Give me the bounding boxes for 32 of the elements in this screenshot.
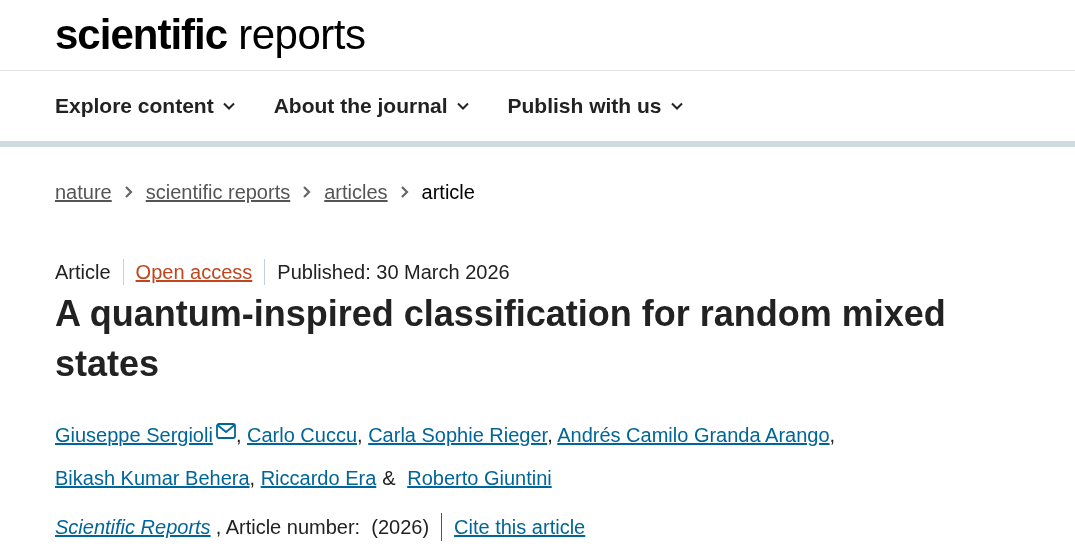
email-icon[interactable] (215, 422, 236, 439)
author-separator: , (829, 423, 836, 446)
article-number: , Article number: (2026) (215, 514, 430, 540)
nav-menu-button[interactable]: About the journal (273, 90, 470, 122)
journal-link[interactable]: Scientific Reports (55, 511, 211, 542)
author-link[interactable]: Bikash Kumar Behera (55, 466, 250, 489)
nav-menu-button[interactable]: Publish with us (507, 90, 684, 122)
article-title: A quantum-inspired classification for random mixed states (55, 292, 947, 387)
chevron-right-icon (399, 185, 410, 199)
author-link[interactable]: Roberto Giuntini (407, 466, 552, 489)
author-link[interactable]: Carlo Cuccu (247, 423, 358, 446)
author-separator: , (249, 466, 256, 489)
author-separator: & (382, 466, 396, 489)
breadcrumb-current: article (421, 180, 475, 205)
author-separator: , (235, 423, 242, 446)
breadcrumb-link[interactable]: scientific reports (145, 177, 291, 207)
breadcrumb-link[interactable]: nature (55, 177, 112, 207)
author-link[interactable]: Andrés Camilo Granda Arango (557, 423, 830, 446)
nav-menu-button[interactable]: Explore content (55, 90, 236, 122)
breadcrumb-link[interactable]: articles (324, 177, 388, 207)
author-link[interactable]: Riccardo Era (260, 466, 377, 489)
author-separator: , (357, 423, 363, 446)
published-date: Published: 30 March 2026 (277, 260, 510, 285)
article-type: Article (55, 260, 111, 285)
author-separator: , (547, 423, 553, 446)
cite-link[interactable]: Cite this article (454, 511, 586, 542)
chevron-right-icon (123, 185, 134, 199)
chevron-right-icon (302, 185, 313, 199)
author-link[interactable]: Carla Sophie Rieger (368, 423, 548, 446)
logo[interactable]: scientific reports (55, 14, 366, 56)
open-access-link[interactable]: Open access (135, 257, 253, 287)
author-link[interactable]: Giuseppe Sergioli (55, 423, 213, 446)
